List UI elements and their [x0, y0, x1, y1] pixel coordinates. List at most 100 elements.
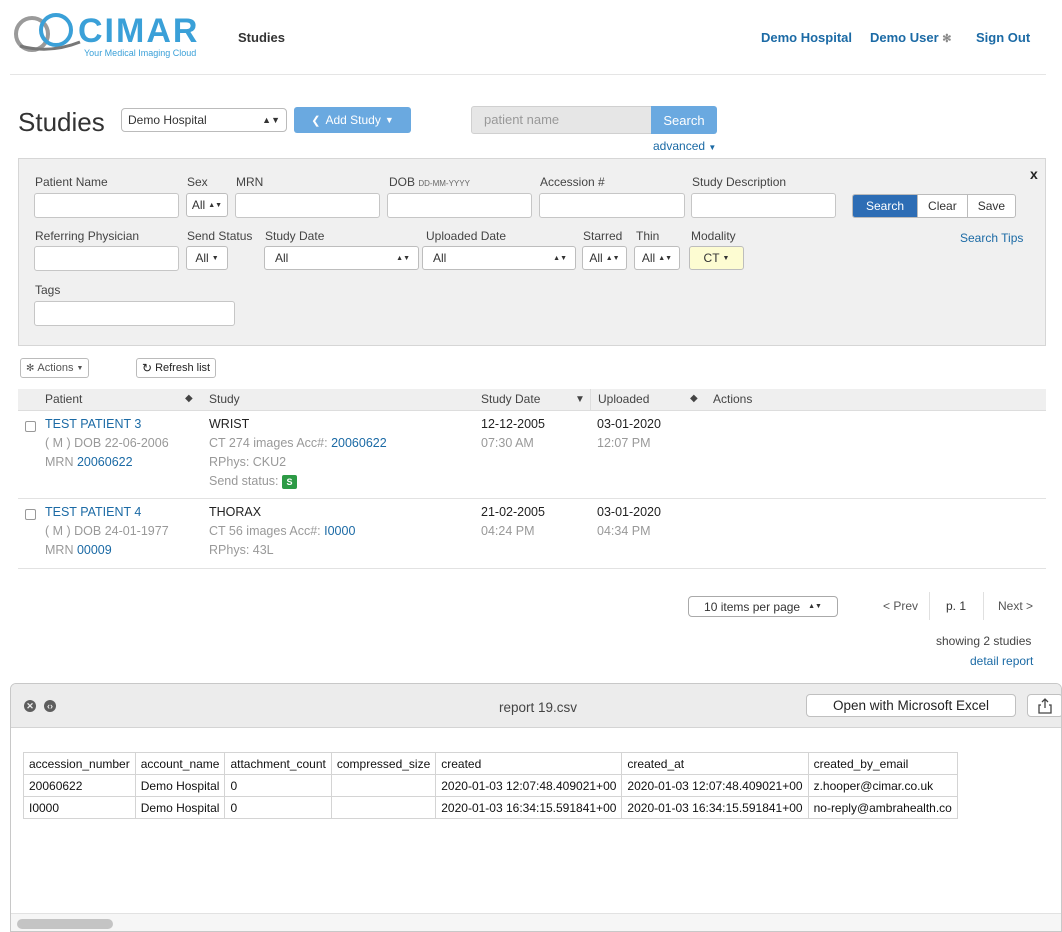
row-checkbox[interactable] [25, 421, 36, 432]
csv-cell: 2020-01-03 12:07:48.409021+00 [621, 774, 809, 797]
nav-account[interactable]: Demo Hospital [761, 30, 852, 45]
share-icon [1038, 697, 1052, 714]
filter-search-button[interactable]: Search [853, 195, 918, 217]
csv-row: 20060622 Demo Hospital 0 2020-01-03 12:0… [23, 774, 958, 797]
patient-name-link[interactable]: TEST PATIENT 4 [45, 505, 141, 519]
accession-field[interactable] [539, 193, 685, 218]
accession-link[interactable]: 20060622 [331, 436, 387, 450]
header-divider [10, 74, 1046, 75]
next-page-link[interactable]: Next > [998, 599, 1033, 613]
send-status-select[interactable]: All ▼ [186, 246, 228, 270]
filter-save-button[interactable]: Save [966, 195, 1015, 217]
account-select-value: Demo Hospital [128, 113, 207, 127]
search-tips-link[interactable]: Search Tips [960, 231, 1023, 245]
items-per-page-value: 10 items per page [704, 599, 801, 614]
csv-header-cell: accession_number [23, 752, 136, 775]
sort-icon[interactable]: ◆ [185, 393, 193, 404]
horizontal-scrollbar[interactable] [11, 913, 1061, 931]
csv-cell: 2020-01-03 16:34:15.591841+00 [621, 796, 809, 819]
gear-icon: ✻ [942, 33, 952, 45]
filter-clear-button[interactable]: Clear [917, 195, 967, 217]
modality-select[interactable]: CT ▼ [689, 246, 744, 270]
patient-search-input[interactable]: patient name [471, 106, 652, 134]
thin-value: All [641, 251, 656, 265]
select-arrows-icon: ▲▼ [396, 254, 410, 262]
actions-dropdown[interactable]: ✻ Actions ▼ [20, 358, 90, 378]
detail-report-link[interactable]: detail report [970, 654, 1033, 668]
tags-field[interactable] [34, 301, 235, 326]
referring-physician: RPhys: 43L [209, 543, 274, 557]
study-description-field[interactable] [691, 193, 836, 218]
cimar-logo[interactable]: CIMAR Your Medical Imaging Cloud [10, 8, 220, 58]
uploaded-date-select[interactable]: All ▲▼ [422, 246, 576, 270]
csv-cell: 20060622 [23, 774, 136, 797]
study-name[interactable]: WRIST [209, 417, 249, 431]
advanced-label: advanced [653, 139, 706, 153]
col-actions: Actions [713, 392, 753, 406]
filter-button-group: Search Clear Save [852, 194, 1017, 218]
send-status-text: Send status: [209, 474, 279, 488]
refresh-label: Refresh list [155, 362, 211, 374]
caret-down-icon: ▼ [722, 254, 730, 262]
csv-cell [330, 774, 437, 797]
col-study-date[interactable]: Study Date [481, 392, 540, 406]
nav-user[interactable]: Demo User ✻ [870, 30, 951, 45]
thin-select[interactable]: All ▲▼ [634, 246, 680, 270]
col-study[interactable]: Study [209, 392, 240, 406]
accession-link[interactable]: I0000 [324, 524, 355, 538]
mrn-link[interactable]: 20060622 [77, 455, 133, 469]
account-select[interactable]: Demo Hospital ▲▼ [121, 108, 287, 132]
referring-physician-field[interactable] [34, 246, 179, 271]
thin-label: Thin [636, 229, 660, 243]
sex-label: Sex [187, 175, 208, 189]
study-name[interactable]: THORAX [209, 505, 261, 519]
advanced-search-toggle[interactable]: advanced ▼ [653, 139, 716, 153]
csv-table: accession_number account_name attachment… [23, 752, 958, 819]
study-date-select[interactable]: All ▲▼ [264, 246, 419, 270]
scrollbar-thumb[interactable] [17, 919, 113, 929]
sex-value: All [191, 198, 206, 212]
pager-divider [983, 592, 984, 620]
sign-out-link[interactable]: Sign Out [976, 30, 1030, 45]
add-study-button[interactable]: ❮ Add Study ▼ [294, 107, 411, 133]
send-status: Send status: S [209, 474, 297, 489]
fullscreen-icon[interactable]: ‹› [44, 700, 56, 712]
send-status-value: All [195, 251, 209, 265]
col-uploaded[interactable]: Uploaded [598, 392, 649, 406]
patient-name-link[interactable]: TEST PATIENT 3 [45, 417, 141, 431]
csv-cell: no-reply@ambrahealth.co [807, 796, 958, 819]
mrn-field[interactable] [235, 193, 380, 218]
referring-physician: RPhys: CKU2 [209, 455, 287, 469]
uploaded-time: 04:34 PM [597, 524, 651, 538]
prev-page-link[interactable]: < Prev [883, 599, 918, 613]
select-arrows-icon: ▲▼ [605, 254, 620, 262]
csv-cell: Demo Hospital [134, 774, 226, 797]
uploaded-date: 03-01-2020 [597, 417, 661, 431]
sort-desc-icon[interactable]: ▼ [575, 394, 585, 405]
patient-name-field[interactable] [34, 193, 179, 218]
sort-icon[interactable]: ◆ [690, 393, 698, 404]
starred-value: All [589, 251, 603, 265]
refresh-list-button[interactable]: ↻ Refresh list [136, 358, 217, 378]
starred-select[interactable]: All ▲▼ [582, 246, 627, 270]
items-per-page-select[interactable]: 10 items per page ▲▼ [688, 596, 838, 617]
send-status-label: Send Status [187, 229, 253, 243]
pager-divider [929, 592, 930, 620]
col-patient[interactable]: Patient [45, 392, 82, 406]
close-window-icon[interactable]: ✕ [24, 700, 36, 712]
select-arrows-icon: ▲▼ [208, 201, 223, 209]
nav-studies[interactable]: Studies [238, 30, 285, 45]
mrn-link[interactable]: 00009 [77, 543, 112, 557]
close-filter-button[interactable]: x [1030, 166, 1038, 182]
starred-label: Starred [583, 229, 623, 243]
gear-icon: ✻ [26, 362, 35, 374]
accession-label: Accession # [540, 175, 605, 189]
search-button[interactable]: Search [651, 106, 717, 134]
share-button[interactable] [1027, 694, 1061, 717]
sex-select[interactable]: All ▲▼ [186, 193, 228, 217]
csv-preview-window: ✕ ‹› report 19.csv Open with Microsoft E… [10, 683, 1062, 932]
open-with-excel-button[interactable]: Open with Microsoft Excel [806, 694, 1016, 717]
dob-field[interactable] [387, 193, 532, 218]
caret-down-icon: ▼ [211, 254, 219, 262]
row-checkbox[interactable] [25, 509, 36, 520]
